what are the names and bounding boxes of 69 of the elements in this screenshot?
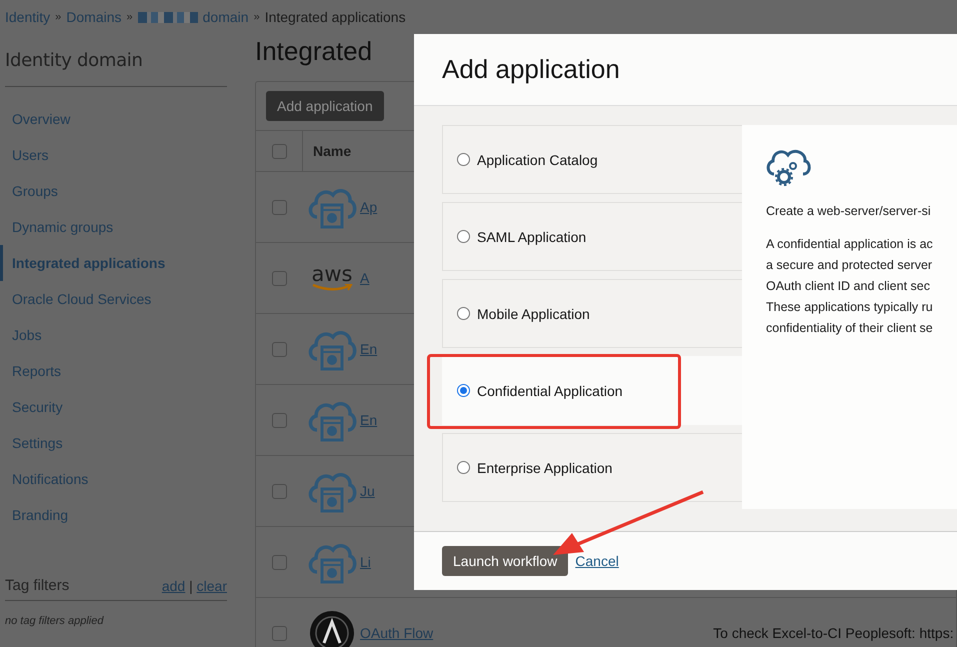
radio-button[interactable] (457, 153, 470, 166)
description-text: a secure and protected server (766, 257, 934, 274)
application-type-option[interactable]: Application Catalog (442, 125, 742, 194)
application-link[interactable]: En (360, 412, 378, 428)
sidebar-item[interactable]: Oracle Cloud Services (0, 281, 227, 317)
description-text: These applications typically ru (766, 299, 934, 316)
sidebar-item[interactable]: Users (0, 137, 227, 173)
page-title: Integrated (255, 36, 372, 68)
sidebar-item[interactable]: Settings (0, 425, 227, 461)
application-type-option[interactable]: SAML Application (442, 202, 742, 271)
sidebar-item[interactable]: Groups (0, 173, 227, 209)
application-link[interactable]: OAuth Flow (360, 625, 434, 641)
application-type-option[interactable]: Enterprise Application (442, 433, 742, 502)
sidebar-item[interactable]: Integrated applications (0, 245, 227, 281)
breadcrumb-link[interactable]: Identity (5, 9, 50, 25)
option-label: SAML Application (477, 228, 586, 244)
cancel-link[interactable]: Cancel (575, 553, 619, 569)
row-checkbox[interactable] (272, 626, 286, 640)
sidebar-item[interactable]: Branding (0, 497, 227, 533)
application-type-option[interactable]: Confidential Application (442, 356, 742, 425)
link-separator: | (189, 578, 193, 594)
column-header: Name (312, 143, 352, 159)
add-application-button[interactable]: Add application (266, 91, 384, 121)
row-checkbox[interactable] (272, 484, 286, 498)
sidebar-item[interactable]: Security (0, 389, 227, 425)
cloud-gears-icon (766, 149, 811, 187)
application-link[interactable]: En (360, 341, 378, 357)
option-label: Enterprise Application (477, 460, 612, 476)
sidebar-item[interactable]: Reports (0, 353, 227, 389)
option-label: Confidential Application (477, 382, 623, 398)
breadcrumb-link[interactable]: Domains (66, 9, 122, 25)
option-label: Application Catalog (477, 152, 598, 168)
clear-link[interactable]: clear (196, 578, 227, 594)
description-text: confidentiality of their client se (766, 320, 934, 337)
application-link[interactable]: Ap (360, 199, 378, 215)
application-link[interactable]: Li (360, 554, 371, 570)
breadcrumb-separator: » (55, 11, 62, 23)
row-checkbox[interactable] (272, 270, 286, 286)
radio-button[interactable] (457, 307, 470, 320)
add-link[interactable]: add (162, 578, 186, 594)
sidebar-title: Identity domain (5, 50, 144, 73)
row-checkbox[interactable] (272, 554, 286, 570)
description-text: A confidential application is ac (766, 236, 934, 253)
row-checkbox[interactable] (272, 412, 286, 428)
row-checkbox[interactable] (272, 200, 286, 214)
radio-button[interactable] (457, 461, 470, 474)
radio-button[interactable] (457, 384, 470, 397)
empty-message: no tag filters applied (5, 615, 105, 627)
sidebar-item[interactable]: Jobs (0, 317, 227, 353)
breadcrumb-separator: » (254, 11, 260, 23)
tag-filters-title: Tag filters (5, 577, 70, 594)
application-type-option[interactable]: Mobile Application (442, 279, 742, 348)
breadcrumb-current: Integrated applications (264, 9, 406, 25)
breadcrumb-separator: » (126, 11, 133, 23)
launch-workflow-button[interactable]: Launch workflow (442, 546, 568, 576)
table-cell: To check Excel-to-CI Peoplesoft: https: (713, 625, 954, 641)
description-text: OAuth client ID and client sec (766, 278, 931, 295)
sidebar-item[interactable]: Notifications (0, 461, 227, 497)
description-summary: Create a web-server/server-si (766, 204, 932, 218)
application-link[interactable]: A (360, 270, 370, 286)
redacted-text (138, 12, 198, 22)
sidebar-item[interactable]: Dynamic groups (0, 209, 227, 245)
option-label: Mobile Application (477, 306, 590, 322)
radio-button[interactable] (457, 230, 470, 243)
row-checkbox[interactable] (272, 342, 286, 356)
application-link[interactable]: Ju (360, 483, 375, 499)
breadcrumb-link[interactable]: domain (202, 9, 249, 25)
select-all-checkbox[interactable] (272, 144, 286, 158)
sidebar-item[interactable]: Overview (0, 101, 227, 137)
